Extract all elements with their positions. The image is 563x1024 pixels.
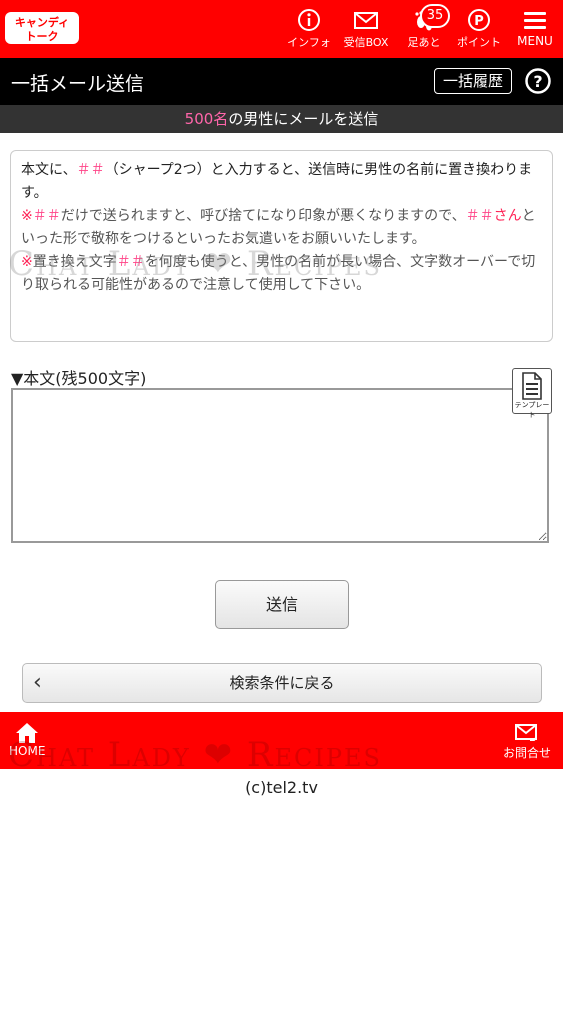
info-icon bbox=[298, 9, 320, 31]
mail-icon bbox=[354, 12, 378, 29]
warning-part: 置き換え文字 bbox=[32, 254, 117, 270]
template-button[interactable]: テンプレート bbox=[512, 368, 552, 419]
warning-mark: ※ bbox=[21, 254, 33, 270]
nav-footprint-label: 足あと bbox=[407, 36, 441, 49]
warning-2: ※置き換え文字＃＃を何度も使うと、男性の名前が長い場合、文字数オーバーで切り取ら… bbox=[21, 251, 542, 297]
nav-points-label: ポイント bbox=[457, 36, 501, 49]
warning-1: ※＃＃だけで送られますと、呼び捨てになり印象が悪くなりますので、＃＃さんといった… bbox=[21, 205, 542, 251]
nav-info[interactable]: インフォ bbox=[286, 8, 332, 50]
warning-part: だけで送られますと、呼び捨てになり印象が悪くなりますので、 bbox=[60, 208, 466, 224]
contact-mail-icon bbox=[515, 724, 537, 741]
menu-icon bbox=[524, 12, 546, 29]
recipient-count: 500名 bbox=[184, 110, 229, 128]
template-label: テンプレート bbox=[514, 401, 550, 419]
svg-text:?: ? bbox=[533, 72, 542, 91]
home-label: HOME bbox=[9, 744, 46, 758]
message-body-input[interactable] bbox=[11, 388, 549, 543]
contact-label: お問合せ bbox=[503, 746, 552, 760]
body-label: ▼本文(残500文字) bbox=[11, 369, 147, 388]
footer-bar: HOME お問合せ bbox=[0, 712, 563, 769]
title-bar: 一括メール送信 一括履歴 ? bbox=[0, 58, 563, 105]
sharp-token: ＃＃ bbox=[32, 208, 61, 224]
recipient-count-bar: 500名の男性にメールを送信 bbox=[0, 105, 563, 133]
copyright: (c)tel2.tv bbox=[245, 778, 318, 797]
app-logo[interactable]: キャンディ トーク bbox=[4, 10, 80, 46]
honorific-token: さん bbox=[493, 208, 522, 224]
back-to-search-label: 検索条件に戻る bbox=[229, 674, 335, 692]
svg-text:P: P bbox=[474, 14, 484, 29]
send-button[interactable]: 送信 bbox=[215, 580, 349, 629]
top-header: キャンディ トーク インフォ 受信BOX 足あと 35 P ポイント MENU bbox=[0, 0, 563, 58]
nav-points[interactable]: P ポイント bbox=[455, 8, 503, 50]
svg-text:トーク: トーク bbox=[26, 30, 59, 43]
home-icon bbox=[16, 723, 39, 743]
nav-info-label: インフォ bbox=[287, 36, 331, 49]
nav-menu[interactable]: MENU bbox=[515, 8, 555, 48]
warning-mark: ※ bbox=[21, 208, 33, 224]
sharp-token: ＃＃ bbox=[116, 254, 145, 270]
nav-inbox[interactable]: 受信BOX bbox=[340, 8, 392, 50]
point-icon: P bbox=[468, 9, 490, 31]
contact-button[interactable]: お問合せ bbox=[503, 722, 551, 761]
sharp-token: ＃＃ bbox=[76, 162, 105, 178]
instruction-box: 本文に、＃＃（シャープ2つ）と入力すると、送信時に男性の名前に置き換わります。 … bbox=[10, 150, 553, 342]
sharp-token: ＃＃ bbox=[465, 208, 494, 224]
page-title: 一括メール送信 bbox=[11, 73, 145, 95]
instruction-text: 本文に、＃＃（シャープ2つ）と入力すると、送信時に男性の名前に置き換わります。 bbox=[21, 159, 542, 205]
recipient-count-text: の男性にメールを送信 bbox=[228, 110, 379, 128]
bulk-history-button[interactable]: 一括履歴 bbox=[434, 68, 512, 94]
footprint-count-badge: 35 bbox=[420, 4, 450, 28]
chevron-left-icon: ‹ bbox=[33, 670, 42, 695]
nav-menu-label: MENU bbox=[517, 34, 553, 48]
back-to-search-button[interactable]: ‹ 検索条件に戻る bbox=[22, 663, 542, 703]
document-icon bbox=[522, 372, 542, 400]
instruction-part: 本文に、 bbox=[21, 162, 77, 178]
svg-text:キャンディ: キャンディ bbox=[15, 15, 69, 29]
help-icon[interactable]: ? bbox=[525, 68, 551, 94]
home-button[interactable]: HOME bbox=[9, 722, 45, 758]
nav-inbox-label: 受信BOX bbox=[343, 36, 389, 49]
